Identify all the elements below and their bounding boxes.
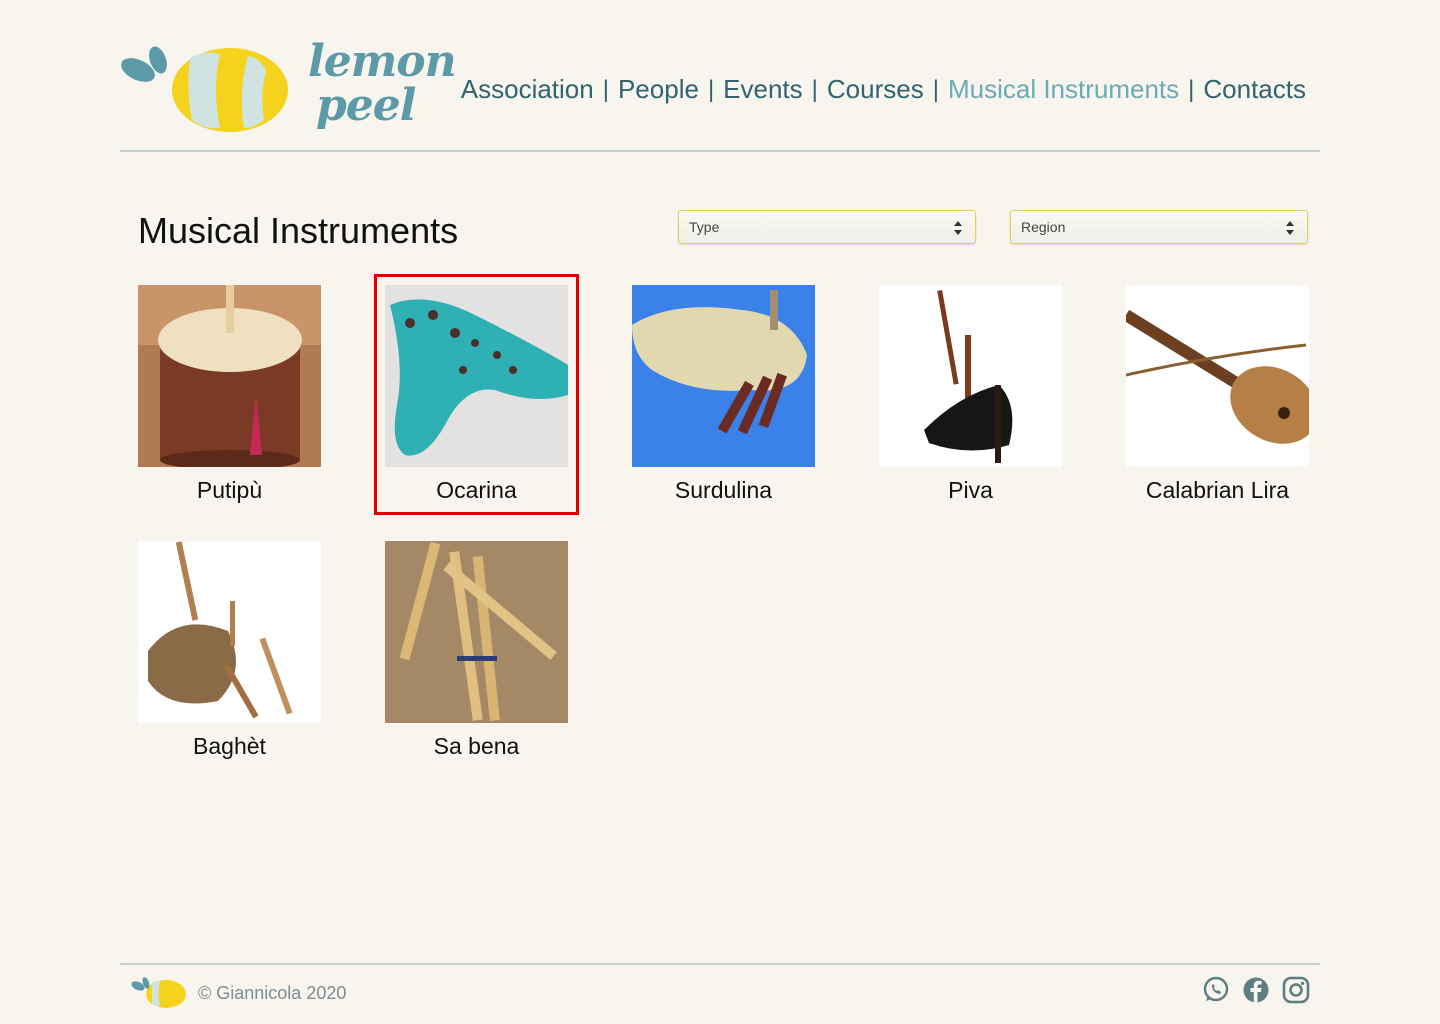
site-logo[interactable]: lemon peel (120, 40, 457, 140)
nav-contacts[interactable]: Contacts (1203, 74, 1306, 105)
instrument-card-calabrian-lira[interactable]: Calabrian Lira (1126, 285, 1309, 504)
instrument-name: Calabrian Lira (1145, 477, 1290, 503)
type-filter-value: Type (689, 219, 720, 235)
logo-wordmark: lemon peel (308, 36, 457, 131)
drum-photo (138, 285, 321, 467)
lemon-logo-icon (121, 46, 288, 132)
select-arrows-icon (954, 221, 962, 235)
select-arrows-icon (1286, 221, 1294, 235)
nav-separator: | (707, 75, 715, 103)
instrument-name: Baghèt (193, 733, 266, 759)
instrument-name: Surdulina (674, 477, 773, 503)
facebook-icon[interactable] (1242, 976, 1270, 1004)
nav-separator: | (602, 75, 609, 103)
region-filter-select[interactable]: Region (1010, 210, 1308, 244)
instrument-card-baghet[interactable]: Baghèt (138, 541, 321, 760)
instrument-card-piva[interactable]: Piva (879, 285, 1062, 504)
instrument-name: Ocarina (436, 477, 517, 503)
footer-divider (120, 963, 1320, 965)
instrument-name: Piva (948, 477, 993, 503)
logo-line-2: peel (316, 80, 416, 131)
bagpipe-black-photo (879, 285, 1062, 467)
nav-courses[interactable]: Courses (827, 74, 924, 105)
instrument-card-putipu[interactable]: Putipù (138, 285, 321, 504)
bagpipe-leather-photo (138, 541, 321, 723)
instrument-name: Sa bena (433, 733, 520, 759)
reed-pipes-photo (385, 541, 568, 723)
logo-line-1: lemon (308, 36, 457, 87)
nav-people[interactable]: People (618, 74, 699, 105)
instrument-card-ocarina[interactable]: Ocarina (374, 274, 579, 515)
ocarina-photo (385, 285, 568, 467)
header-divider (120, 150, 1320, 152)
nav-separator: | (932, 75, 939, 103)
instagram-icon[interactable] (1282, 976, 1310, 1004)
nav-separator: | (1188, 75, 1195, 103)
whatsapp-icon[interactable] (1202, 976, 1230, 1004)
footer-logo-icon (131, 977, 186, 1008)
lira-photo (1126, 285, 1309, 467)
page-title: Musical Instruments (138, 210, 459, 251)
region-filter-value: Region (1021, 219, 1066, 235)
instrument-card-surdulina[interactable]: Surdulina (632, 285, 815, 504)
type-filter-select[interactable]: Type (678, 210, 976, 244)
bagpipe-photo (632, 285, 815, 467)
instrument-card-sa-bena[interactable]: Sa bena (385, 541, 568, 760)
instrument-name: Putipù (196, 477, 263, 503)
nav-separator: | (811, 75, 818, 103)
nav-musical-instruments[interactable]: Musical Instruments (948, 74, 1179, 105)
site-header: lemon peel Association | People | Events… (120, 40, 1320, 150)
nav-association[interactable]: Association (461, 74, 594, 105)
nav-events[interactable]: Events (723, 74, 803, 105)
main-nav: Association | People | Events | Courses … (461, 74, 1306, 105)
copyright-text: © Giannicola 2020 (198, 983, 347, 1003)
